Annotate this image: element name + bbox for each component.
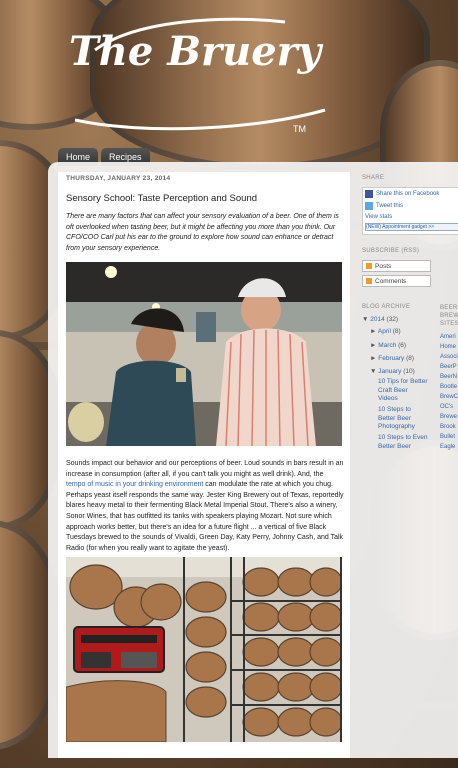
archive-month-label[interactable]: February — [378, 355, 404, 362]
expand-arrow-icon: ► — [370, 328, 377, 335]
archive-month-count: (10) — [403, 368, 415, 375]
expand-arrow-icon: ► — [370, 342, 377, 349]
archive-month[interactable]: ► February (8) — [370, 355, 414, 362]
view-stats-link[interactable]: View stats — [365, 214, 392, 220]
archive-month[interactable]: ► April (8) — [370, 328, 401, 335]
archive-month[interactable]: ► March (6) — [370, 342, 406, 349]
body-text-2: can modulate the rate at which you chug.… — [66, 481, 344, 552]
site-link[interactable]: BrewC — [440, 392, 458, 402]
beer-sites-list: Ameri Home Associ BeerP BeerN Bootle Bre… — [440, 332, 458, 452]
tempo-music-link[interactable]: tempo of music in your drinking environm… — [66, 481, 203, 488]
archive-month-count: (8) — [392, 328, 401, 335]
trademark: TM — [293, 124, 306, 134]
archive-year[interactable]: ▼ 2014 (32) — [362, 316, 398, 323]
rss-icon — [366, 278, 372, 284]
archive-month-count: (8) — [406, 355, 415, 362]
site-link[interactable]: Ameri — [440, 332, 458, 342]
subscribe-comments-dropdown[interactable]: Comments — [362, 275, 431, 287]
subscribe-heading: SUBSCRIBE (RSS) — [362, 248, 420, 254]
site-link[interactable]: OC's — [440, 402, 458, 412]
site-link[interactable]: Brewe — [440, 412, 458, 422]
archive-heading: BLOG ARCHIVE — [362, 304, 411, 310]
beer-sites-heading: BEER BREW SITES — [440, 305, 458, 327]
facebook-icon — [365, 190, 373, 198]
posts-label: Posts — [375, 262, 392, 270]
archive-post-link[interactable]: 10 Steps to Better Beer Photography — [378, 406, 428, 432]
archive-month-label[interactable]: January — [378, 368, 401, 375]
share-heading: SHARE — [362, 175, 385, 181]
archive-month[interactable]: ▼ January (10) — [370, 368, 415, 375]
post-title[interactable]: Sensory School: Taste Perception and Sou… — [66, 193, 257, 204]
rss-icon — [366, 263, 372, 269]
site-link[interactable]: Bootle — [440, 382, 458, 392]
site-link[interactable]: Brook — [440, 422, 458, 432]
body-text-1: Sounds impact our behavior and our perce… — [66, 460, 344, 478]
twitter-icon — [365, 202, 373, 210]
barrel-racks-photo — [66, 557, 342, 742]
share-box: Share this on Facebook Tweet this View s… — [362, 187, 458, 235]
site-link[interactable]: Associ — [440, 352, 458, 362]
logo-the: The Bruery — [69, 28, 324, 75]
comments-label: Comments — [375, 277, 407, 285]
site-link[interactable]: BeerN — [440, 372, 458, 382]
expand-arrow-icon: ► — [370, 355, 377, 362]
post-column: THURSDAY, JANUARY 23, 2014 Sensory Schoo… — [58, 172, 350, 758]
archive-year-label[interactable]: 2014 — [370, 316, 384, 323]
archive-post-link[interactable]: 10 Tips for Better Craft Beer Videos — [378, 378, 428, 404]
post-date: THURSDAY, JANUARY 23, 2014 — [66, 175, 171, 182]
site-link[interactable]: Eagle — [440, 442, 458, 452]
archive-month-label[interactable]: April — [378, 328, 391, 335]
collapse-arrow-icon: ▼ — [362, 316, 371, 323]
site-link[interactable]: Bullet — [440, 432, 458, 442]
collapse-arrow-icon: ▼ — [370, 368, 377, 375]
subscribe-posts-dropdown[interactable]: Posts — [362, 260, 431, 272]
site-link[interactable]: Home — [440, 342, 458, 352]
bruery-logo[interactable]: The Bruery TM — [55, 10, 345, 140]
post-body: Sounds impact our behavior and our perce… — [66, 459, 344, 554]
site-link[interactable]: BeerP — [440, 362, 458, 372]
archive-month-label[interactable]: March — [378, 342, 396, 349]
archive-year-count: (32) — [386, 316, 399, 323]
tweet-link[interactable]: Tweet this — [376, 203, 403, 209]
post-intro: There are many factors that can affect y… — [66, 213, 339, 252]
archive-post-link[interactable]: 10 Steps to Even Better Beer — [378, 434, 428, 451]
appointment-gadget-link[interactable]: (NEW) Appointment gadget >> — [365, 223, 458, 231]
share-facebook-link[interactable]: Share this on Facebook — [376, 191, 439, 197]
archive-month-count: (6) — [398, 342, 407, 349]
tasting-photo — [66, 262, 342, 446]
